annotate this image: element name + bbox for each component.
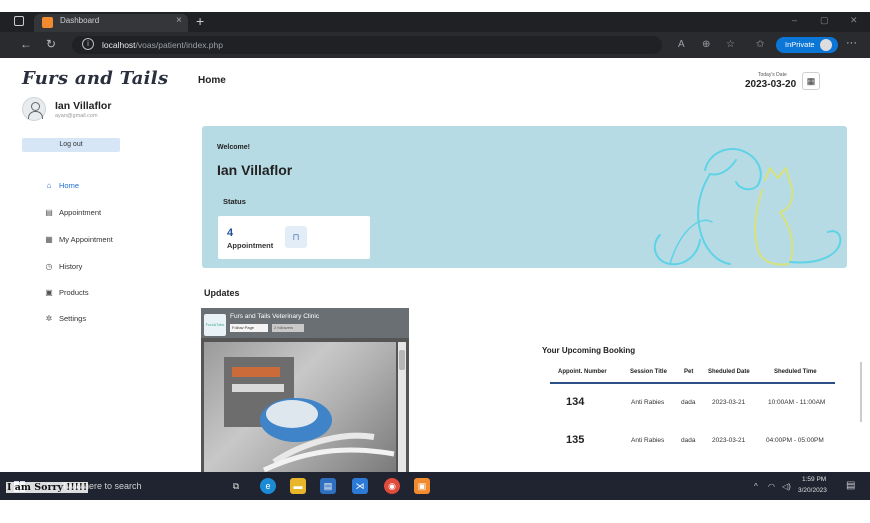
upcoming-booking-heading: Your Upcoming Booking	[542, 346, 636, 355]
profile-avatar-icon[interactable]	[820, 39, 832, 51]
row2-date: 2023-03-21	[712, 437, 746, 444]
col-appoint-number: Appoint. Number	[558, 369, 607, 375]
zoom-icon[interactable]: ⊕	[702, 39, 710, 50]
overlay-caption: I am Sorry !!!!!	[6, 482, 89, 493]
page-scrollbar[interactable]	[860, 362, 862, 422]
row1-title: Anti Rabies	[631, 399, 665, 406]
store-icon[interactable]: ▤	[320, 478, 336, 494]
app-logo[interactable]: Furs and Tails	[22, 68, 168, 89]
clinic-logo-icon[interactable]: Furs&Tails	[204, 314, 226, 336]
notifications-icon[interactable]: ▤	[846, 480, 855, 491]
url-text[interactable]: localhost/voas/patient/index.php	[102, 40, 223, 50]
row2-time: 04:00PM - 05:00PM	[766, 437, 824, 444]
network-icon[interactable]: ◠	[768, 482, 775, 491]
home-icon: ⌂	[46, 181, 52, 190]
facebook-page-title[interactable]: Furs and Tails Veterinary Clinic	[230, 313, 319, 320]
row1-pet: dada	[681, 399, 696, 406]
row2-title: Anti Rabies	[631, 437, 665, 444]
welcome-text: Welcome!	[217, 144, 250, 151]
appointment-count: 4	[227, 227, 234, 239]
table-header-rule	[550, 382, 835, 384]
calendar-icon[interactable]: ▦	[802, 72, 820, 90]
volume-icon[interactable]: ◁)	[782, 482, 791, 491]
row1-date: 2023-03-21	[712, 399, 746, 406]
col-pet: Pet	[684, 369, 694, 375]
vscode-icon[interactable]: ⋊	[352, 478, 368, 494]
products-icon: ▣	[45, 288, 53, 297]
sidebar-item-home[interactable]: ⌂ Home	[44, 181, 79, 190]
follow-page-button[interactable]: Follow Page	[230, 324, 268, 332]
read-aloud-icon[interactable]: A	[678, 39, 685, 50]
maximize-button[interactable]: ▢	[820, 15, 829, 26]
appointment-icon: ▤	[45, 208, 53, 217]
browser-tab[interactable]	[34, 14, 188, 32]
settings-icon: ✲	[45, 314, 53, 323]
chrome-icon[interactable]: ◉	[384, 478, 400, 494]
sidebar-item-products[interactable]: ▣ Products	[44, 288, 88, 297]
back-icon[interactable]: ←	[20, 37, 32, 51]
today-date: 2023-03-20	[745, 79, 797, 90]
col-session-title: Session Title	[630, 369, 667, 375]
sidebar-item-my-appointment[interactable]: ▦ My Appointment	[44, 235, 113, 244]
welcome-name: Ian Villaflor	[217, 162, 293, 178]
more-menu-icon[interactable]: ···	[846, 37, 857, 49]
status-heading: Status	[223, 197, 246, 206]
user-email: ayan@gmail.com	[55, 113, 98, 119]
sidebar-item-settings[interactable]: ✲ Settings	[44, 314, 86, 323]
user-avatar-icon	[22, 97, 46, 121]
refresh-icon[interactable]: ↻	[46, 37, 56, 51]
taskbar-date[interactable]: 3/20/2023	[798, 487, 827, 494]
col-scheduled-date: Sheduled Date	[708, 369, 750, 375]
col-scheduled-time: Sheduled Time	[774, 369, 817, 375]
new-tab-button[interactable]: +	[196, 13, 204, 29]
page-title: Home	[198, 75, 226, 86]
taskbar-time[interactable]: 1:59 PM	[802, 476, 826, 483]
tray-chevron-icon[interactable]: ^	[754, 482, 758, 491]
date-label: Today's Date	[758, 72, 787, 78]
site-info-icon[interactable]: i	[82, 38, 94, 50]
facebook-scroll-thumb[interactable]	[399, 350, 405, 370]
bookmark-icon: ⊓	[285, 226, 307, 248]
tab-title: Dashboard	[60, 16, 100, 25]
my-appointment-icon: ▦	[45, 235, 53, 244]
edge-icon[interactable]: e	[260, 478, 276, 494]
logout-button[interactable]: Log out	[22, 138, 120, 152]
sidebar-item-history[interactable]: ◷ History	[44, 262, 83, 271]
row1-number: 134	[566, 396, 585, 408]
favorites-bar-icon[interactable]: ✩	[756, 39, 764, 50]
tab-actions-icon[interactable]	[14, 16, 24, 26]
row2-pet: dada	[681, 437, 696, 444]
sidebar-item-appointment[interactable]: ▤ Appointment	[44, 208, 101, 217]
task-view-icon[interactable]: ⧉	[228, 478, 244, 494]
user-name: Ian Villaflor	[55, 100, 112, 112]
dog-cat-illustration	[653, 148, 842, 266]
facebook-post-photo[interactable]	[204, 342, 396, 473]
close-window-button[interactable]: ✕	[850, 15, 858, 26]
history-icon: ◷	[45, 262, 53, 271]
tab-close-icon[interactable]: ×	[176, 15, 182, 26]
file-explorer-icon[interactable]: ▬	[290, 478, 306, 494]
row1-time: 10:00AM - 11:00AM	[768, 399, 826, 406]
appointment-stat-label: Appointment	[227, 241, 274, 250]
tab-favicon-icon	[42, 17, 53, 28]
favorite-icon[interactable]: ☆	[726, 39, 735, 50]
minimize-button[interactable]: –	[792, 15, 797, 25]
row2-number: 135	[566, 434, 585, 446]
xampp-icon[interactable]: ▣	[414, 478, 430, 494]
updates-heading: Updates	[204, 288, 240, 298]
followers-count: 2 followers	[272, 324, 304, 332]
